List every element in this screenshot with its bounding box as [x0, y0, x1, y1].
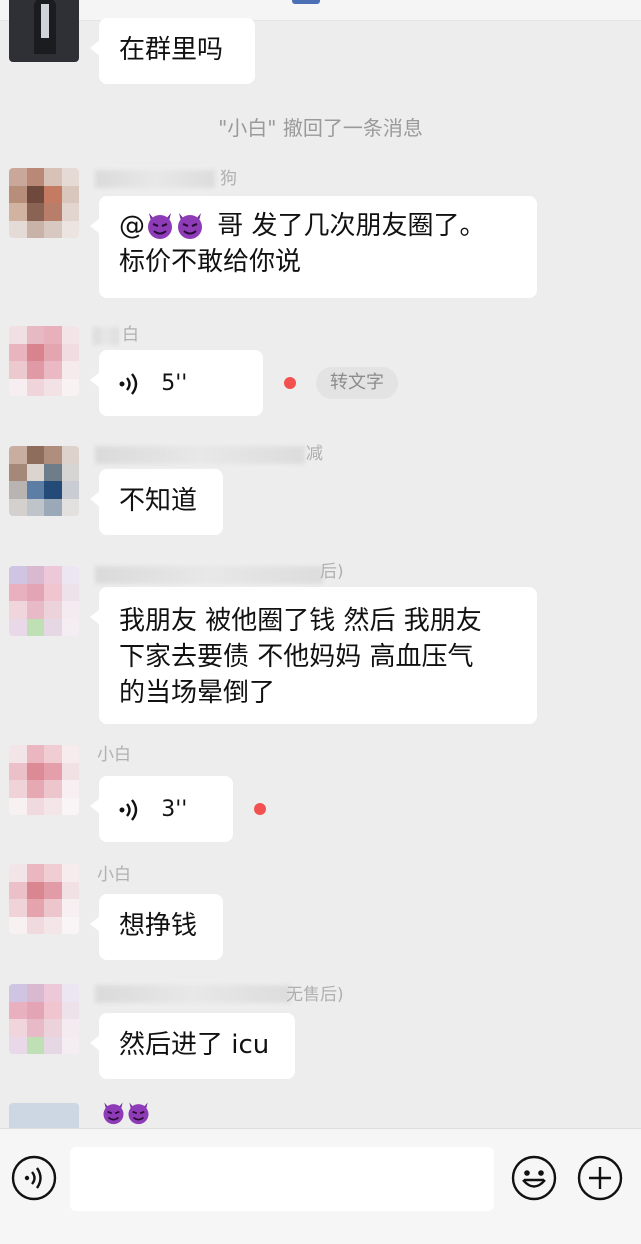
unread-dot — [284, 377, 296, 389]
convert-to-text-button[interactable]: 转文字 — [316, 367, 398, 399]
message-bubble[interactable]: 我朋友 被他圈了钱 然后 我朋友 下家去要债 不他妈妈 高血压气 的当场晕倒了 — [90, 587, 537, 724]
message-text: 想挣钱 — [119, 911, 198, 941]
sender-name-blurred — [95, 985, 291, 1003]
message-text-line: 哥 发了几次朋友圈了。 — [217, 211, 486, 241]
message-bubble[interactable]: 不知道 — [90, 469, 223, 535]
message-text: 在群里吗 — [119, 35, 224, 65]
sender-name-tail: 狗 — [220, 169, 237, 189]
avatar[interactable] — [9, 168, 79, 238]
unread-dot — [254, 803, 266, 815]
emoji-message[interactable] — [101, 1100, 151, 1125]
sender-name: 小白 — [97, 745, 131, 765]
top-indicator — [292, 0, 320, 4]
purple-devil-emoji — [128, 1102, 149, 1125]
input-bar — [0, 1128, 641, 1244]
avatar[interactable] — [9, 446, 79, 516]
voice-wave-icon — [119, 372, 138, 395]
sender-name-tail: 无售后) — [286, 985, 344, 1005]
recall-notice: "小白" 撤回了一条消息 — [218, 116, 423, 140]
voice-mode-icon[interactable] — [11, 1155, 57, 1201]
voice-duration: 5'' — [161, 370, 188, 396]
avatar[interactable] — [9, 984, 79, 1054]
emoji-icon[interactable] — [511, 1155, 557, 1201]
sender-name: 小白 — [97, 865, 131, 885]
purple-devil-emoji — [148, 213, 172, 239]
voice-message-bubble[interactable]: 5'' — [90, 350, 263, 416]
voice-message-bubble[interactable]: 3'' — [90, 776, 233, 842]
avatar[interactable] — [9, 745, 79, 815]
mention-prefix: @ — [119, 211, 145, 241]
sender-name-tail: 后) — [320, 562, 344, 582]
sender-name-blurred — [95, 170, 215, 188]
sender-name-blurred — [95, 446, 305, 464]
voice-wave-icon — [119, 798, 138, 821]
plus-icon[interactable] — [577, 1155, 623, 1201]
message-bubble[interactable]: 然后进了 icu — [90, 1013, 295, 1079]
message-text-line: 的当场晕倒了 — [119, 678, 276, 708]
message-bubble[interactable]: @ 哥 发了几次朋友圈了。 标价不敢给你说 — [90, 196, 537, 298]
sender-name-blurred — [93, 327, 119, 345]
sender-name-tail: 白 — [122, 325, 139, 345]
sender-name-tail: 减 — [306, 444, 323, 464]
message-bubble[interactable]: 想挣钱 — [90, 894, 223, 960]
purple-devil-emoji — [178, 213, 202, 239]
avatar[interactable] — [9, 326, 79, 396]
message-text: 然后进了 icu — [119, 1030, 270, 1060]
message-bubble[interactable]: 在群里吗 — [90, 18, 255, 84]
avatar[interactable] — [9, 864, 79, 934]
message-text-line: 下家去要债 不他妈妈 高血压气 — [119, 642, 474, 672]
message-text-line: 标价不敢给你说 — [119, 247, 302, 277]
avatar[interactable] — [9, 566, 79, 636]
avatar[interactable] — [9, 1103, 79, 1129]
top-strip — [0, 0, 641, 21]
message-input[interactable] — [70, 1147, 494, 1211]
sender-name-blurred — [95, 566, 323, 584]
message-text: 不知道 — [119, 486, 198, 516]
avatar[interactable] — [9, 0, 79, 62]
voice-duration: 3'' — [161, 796, 188, 822]
purple-devil-emoji — [103, 1102, 124, 1125]
message-text-line: 我朋友 被他圈了钱 然后 我朋友 — [119, 606, 482, 636]
